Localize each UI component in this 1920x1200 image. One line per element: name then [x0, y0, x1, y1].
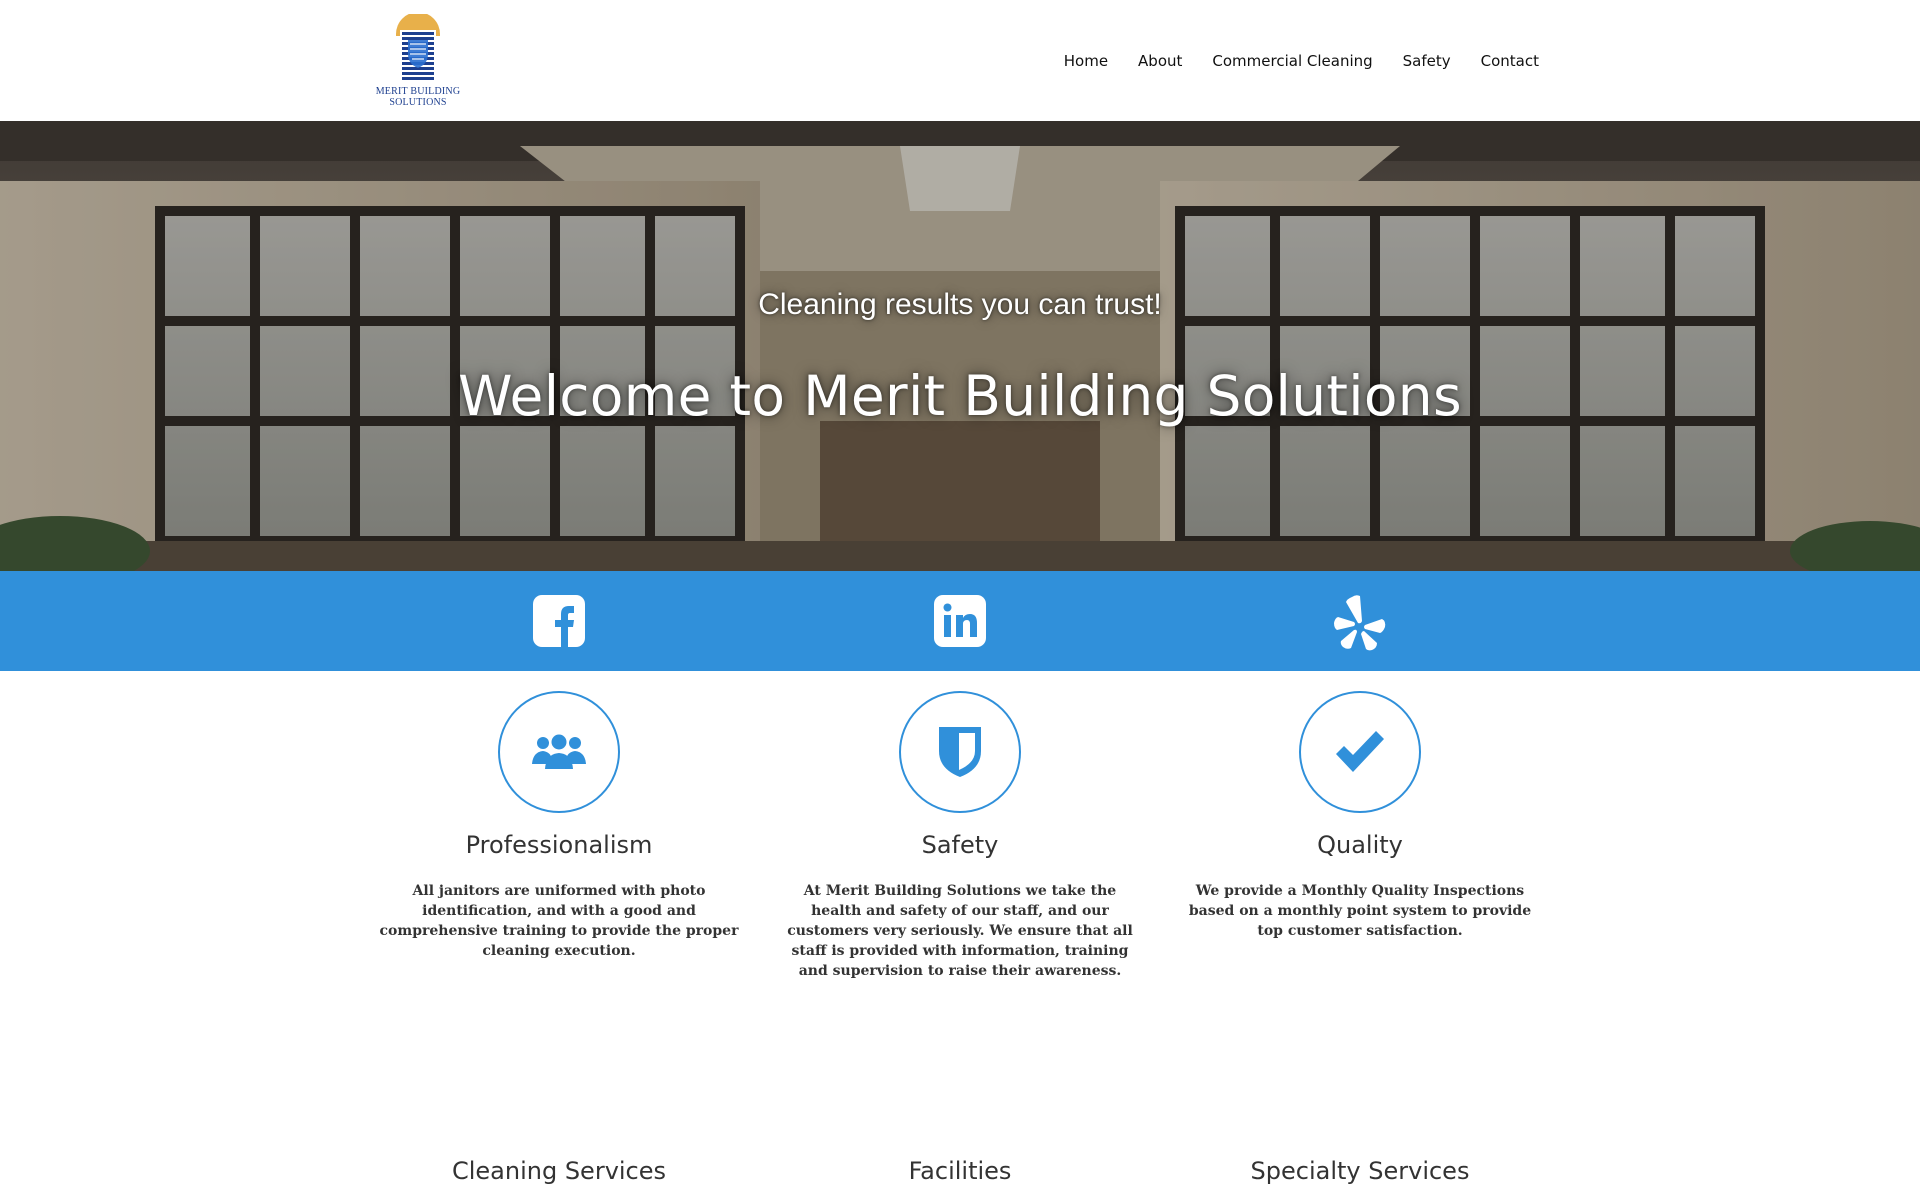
hero-tagline: Cleaning results you can trust!	[758, 288, 1162, 321]
feature-quality: Quality We provide a Monthly Quality Ins…	[1170, 691, 1550, 941]
facebook-icon[interactable]	[531, 593, 587, 649]
hero-banner: Cleaning results you can trust! Welcome …	[0, 121, 1920, 571]
feature-text: At Merit Building Solutions we take the …	[787, 883, 1133, 979]
nav-safety[interactable]: Safety	[1403, 52, 1451, 70]
logo-line1: MERIT BUILDING	[375, 86, 461, 97]
site-header: MERIT BUILDING SOLUTIONS Home About Comm…	[0, 0, 1920, 121]
feature-title: Professionalism	[465, 831, 653, 859]
section-specialty-services: Specialty Services	[1250, 1157, 1470, 1185]
social-links-bar	[0, 571, 1920, 671]
checkmark-icon	[1336, 731, 1384, 772]
feature-text: All janitors are uniformed with photo id…	[379, 883, 739, 959]
nav-contact[interactable]: Contact	[1481, 52, 1539, 70]
people-icon	[532, 734, 586, 769]
building-logo-icon	[396, 14, 440, 84]
feature-professionalism: Professionalism All janitors are uniform…	[369, 691, 749, 961]
feature-icon-circle	[498, 691, 620, 813]
feature-icon-circle	[1299, 691, 1421, 813]
yelp-icon[interactable]	[1332, 593, 1388, 651]
linkedin-icon[interactable]	[932, 593, 988, 649]
nav-commercial-cleaning[interactable]: Commercial Cleaning	[1212, 52, 1372, 70]
feature-safety: Safety At Merit Building Solutions we ta…	[770, 691, 1150, 981]
section-facilities: Facilities	[908, 1157, 1012, 1185]
shield-icon	[939, 727, 981, 777]
section-cleaning-services: Cleaning Services	[451, 1157, 667, 1185]
site-logo[interactable]: MERIT BUILDING SOLUTIONS	[372, 14, 464, 108]
logo-line2: SOLUTIONS	[389, 97, 447, 108]
hero-title: Welcome to Merit Building Solutions	[458, 364, 1462, 428]
main-nav: Home About Commercial Cleaning Safety Co…	[1064, 52, 1539, 70]
feature-title: Safety	[921, 831, 999, 859]
feature-icon-circle	[899, 691, 1021, 813]
feature-title: Quality	[1317, 831, 1403, 859]
nav-home[interactable]: Home	[1064, 52, 1108, 70]
feature-text: We provide a Monthly Quality Inspections…	[1188, 883, 1532, 939]
nav-about[interactable]: About	[1138, 52, 1182, 70]
